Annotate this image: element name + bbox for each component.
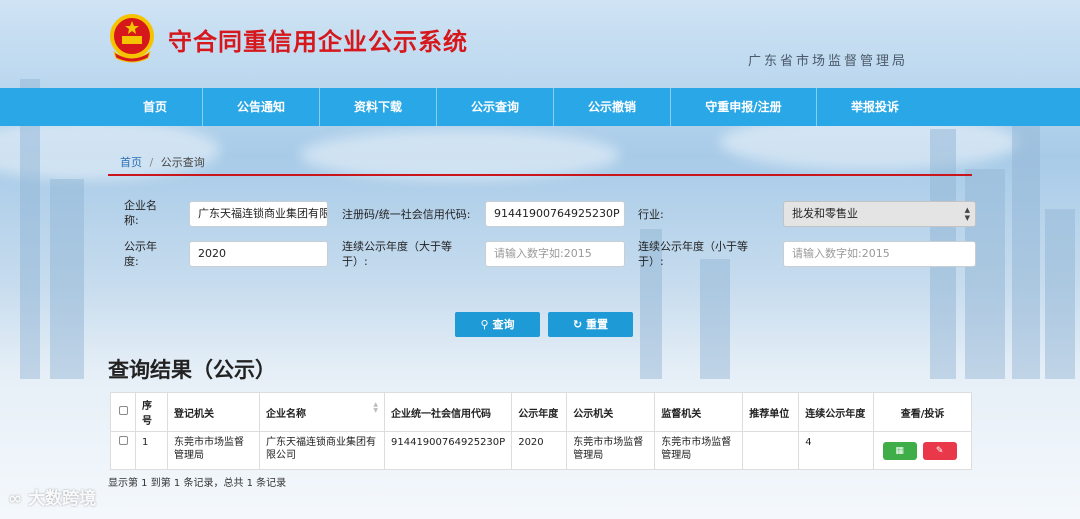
table-header-row: 序号 登记机关 企业名称 ▲ ▼ 企业统一社会信用代码 公示年度 公示机关 监督机关… [110, 392, 972, 432]
refresh-icon: ↻ [572, 318, 583, 331]
industry-select-value: 批发和零售业 [792, 207, 858, 220]
col-sup-authority[interactable]: 监督机关 [654, 392, 744, 432]
pagination-summary: 显示第 1 到第 1 条记录，总共 1 条记录 [108, 478, 287, 489]
table-row: 1 东莞市市场监督管理局 广东天福连锁商业集团有限公司 914419007649… [110, 431, 972, 470]
nav-announcements[interactable]: 公告通知 [203, 88, 320, 126]
col-recommender[interactable]: 推荐单位 [742, 392, 800, 432]
industry-label: 行业: [638, 208, 664, 221]
company-name-input[interactable]: 广东天福连锁商业集团有限 [189, 201, 328, 227]
col-company[interactable]: 企业名称 ▲ ▼ [259, 392, 385, 432]
search-form: 企业名称: 广东天福连锁商业集团有限 注册码/统一社会信用代码: 9144190… [108, 195, 980, 275]
company-name-label: 企业名称: [124, 199, 157, 227]
nav-home[interactable]: 首页 [108, 88, 203, 126]
breadcrumb: 首页 / 公示查询 [120, 154, 205, 170]
col-company-label: 企业名称 [266, 408, 306, 420]
cell-credit-code: 91441900764925230P [383, 431, 513, 470]
breadcrumb-current: 公示查询 [160, 156, 205, 169]
sort-icon: ▲ ▼ [373, 401, 378, 414]
col-reg-authority[interactable]: 登记机关 [167, 392, 260, 432]
col-pub-authority[interactable]: 公示机关 [566, 392, 656, 432]
col-consecutive[interactable]: 连续公示年度 [798, 392, 875, 432]
consecutive-min-input[interactable]: 请输入数字如:2015 [485, 241, 625, 267]
cell-pub-authority: 东莞市市场监督管理局 [566, 431, 656, 470]
document-icon: ▦ [895, 445, 904, 456]
credit-code-label: 注册码/统一社会信用代码: [342, 208, 471, 221]
row-checkbox[interactable] [118, 436, 128, 445]
complain-button[interactable]: ✎ [922, 441, 957, 460]
consecutive-min-label: 连续公示年度（大于等于）: [342, 240, 452, 268]
site-header: 守合同重信用企业公示系统 广东省市场监督管理局 [0, 0, 1080, 88]
cell-consecutive: 4 [798, 431, 875, 470]
nav-downloads[interactable]: 资料下载 [320, 88, 437, 126]
watermark: ∞ 大数跨境 [8, 484, 96, 509]
col-index[interactable]: 序号 [135, 392, 168, 432]
results-table: 序号 登记机关 企业名称 ▲ ▼ 企业统一社会信用代码 公示年度 公示机关 监督机关… [110, 392, 972, 470]
national-emblem-icon [108, 12, 156, 64]
search-icon: ⚲ [480, 318, 489, 331]
nav-public-query[interactable]: 公示查询 [437, 88, 554, 126]
reset-button-label: 重置 [586, 318, 609, 331]
search-button-label: 查询 [492, 318, 515, 331]
site-title: 守合同重信用企业公示系统 [168, 28, 468, 56]
select-all-checkbox[interactable] [118, 406, 128, 415]
reset-button[interactable]: ↻ 重置 [548, 312, 633, 337]
watermark-logo-icon: ∞ [8, 489, 23, 509]
consecutive-max-label: 连续公示年度（小于等于）: [638, 240, 748, 268]
edit-icon: ✎ [935, 445, 944, 456]
nav-public-revoke[interactable]: 公示撤销 [554, 88, 671, 126]
watermark-text: 大数跨境 [28, 489, 97, 509]
col-actions: 查看/投诉 [873, 392, 972, 432]
divider [108, 174, 972, 176]
col-year[interactable]: 公示年度 [511, 392, 568, 432]
search-button[interactable]: ⚲ 查询 [455, 312, 540, 337]
cell-index: 1 [135, 431, 168, 470]
cell-reg-authority: 东莞市市场监督管理局 [167, 431, 260, 470]
col-credit-code[interactable]: 企业统一社会信用代码 [383, 392, 513, 432]
credit-code-input[interactable]: 91441900764925230P [485, 201, 625, 227]
breadcrumb-home[interactable]: 首页 [120, 156, 142, 169]
site-org-name: 广东省市场监督管理局 [748, 54, 909, 69]
cell-sup-authority: 东莞市市场监督管理局 [654, 431, 744, 470]
view-button[interactable]: ▦ [882, 441, 917, 460]
year-input[interactable]: 2020 [189, 241, 328, 267]
cell-year: 2020 [511, 431, 568, 470]
select-all-cell [110, 392, 136, 432]
row-select-cell [110, 431, 136, 470]
nav-report[interactable]: 举报投诉 [817, 88, 933, 126]
results-title: 查询结果（公示） [108, 358, 276, 382]
select-arrows-icon: ▲ ▼ [964, 206, 970, 222]
cell-actions: ▦ ✎ [873, 431, 972, 470]
year-label: 公示年度: [124, 240, 157, 268]
cell-recommender [742, 431, 800, 470]
nav-apply-register[interactable]: 守重申报/注册 [671, 88, 817, 126]
industry-select[interactable]: 批发和零售业 ▲ ▼ [783, 201, 976, 227]
breadcrumb-separator: / [149, 156, 154, 169]
consecutive-max-input[interactable]: 请输入数字如:2015 [783, 241, 976, 267]
main-nav: 首页 公告通知 资料下载 公示查询 公示撤销 守重申报/注册 举报投诉 [0, 88, 1080, 126]
cell-company: 广东天福连锁商业集团有限公司 [259, 431, 385, 470]
